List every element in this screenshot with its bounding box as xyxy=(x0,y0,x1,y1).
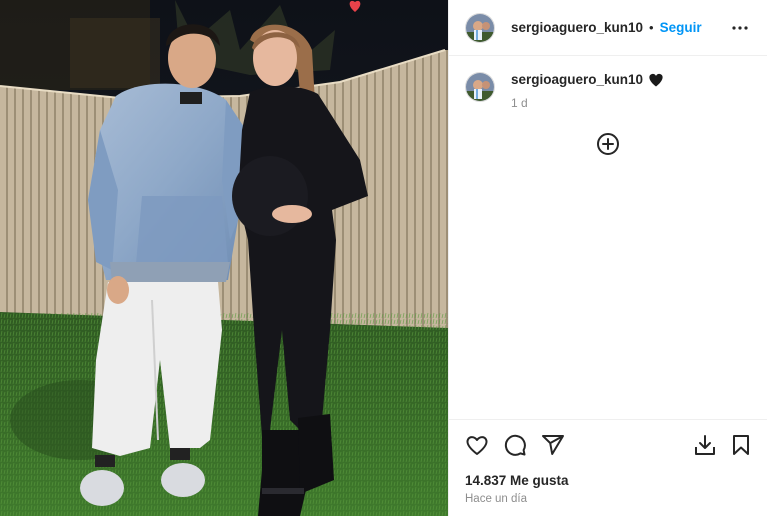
plus-circle-icon xyxy=(597,133,619,155)
share-button[interactable] xyxy=(541,433,567,459)
download-icon xyxy=(695,435,715,455)
comment-icon xyxy=(504,434,526,456)
heart-outline-icon xyxy=(466,436,488,455)
post-photo[interactable] xyxy=(0,0,448,516)
load-more-comments-button[interactable] xyxy=(596,132,620,156)
action-bar xyxy=(465,433,752,459)
separator-dot: • xyxy=(649,20,654,35)
caption: sergioaguero_kun10 1 d xyxy=(465,72,664,110)
post-image xyxy=(0,0,448,516)
send-icon xyxy=(542,435,564,455)
caption-username-link[interactable]: sergioaguero_kun10 xyxy=(511,72,643,87)
follow-button[interactable]: Seguir xyxy=(660,20,702,35)
save-button[interactable] xyxy=(729,433,755,459)
post-header: sergioaguero_kun10 • Seguir xyxy=(449,0,767,56)
like-button[interactable] xyxy=(465,433,491,459)
avatar[interactable] xyxy=(465,12,495,43)
black-heart-icon xyxy=(648,73,664,87)
caption-timestamp: 1 d xyxy=(511,96,528,110)
comment-button[interactable] xyxy=(503,433,529,459)
more-options-button[interactable] xyxy=(731,19,749,37)
likes-count[interactable]: 14.837 Me gusta xyxy=(465,473,569,488)
username-link[interactable]: sergioaguero_kun10 xyxy=(511,20,643,35)
post-sidebar: sergioaguero_kun10 • Seguir sergioaguero… xyxy=(448,0,767,516)
caption-avatar[interactable] xyxy=(465,72,495,102)
post-actions-section: 14.837 Me gusta Hace un día xyxy=(449,419,767,516)
download-button[interactable] xyxy=(693,433,719,459)
post-date[interactable]: Hace un día xyxy=(465,493,527,505)
bookmark-icon xyxy=(733,435,749,455)
more-horizontal-icon xyxy=(732,26,748,30)
